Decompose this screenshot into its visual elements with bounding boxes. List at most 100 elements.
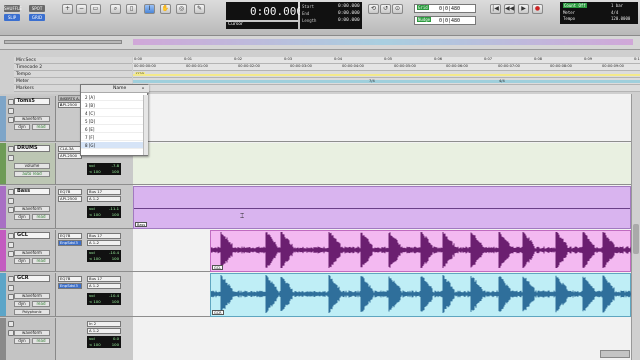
meter-ruler[interactable]: 7/4 4/4 [133, 78, 640, 85]
dyn-button[interactable]: dyn [14, 258, 30, 264]
end-value[interactable]: 0:00.000 [338, 11, 360, 16]
solo-icon[interactable] [8, 146, 14, 152]
polyphonic-label[interactable]: Polyphonic [14, 309, 50, 315]
grid-mode-button[interactable]: GRID [29, 14, 45, 21]
rewind-icon[interactable]: ◀◀ [504, 4, 515, 14]
meter-mark[interactable]: 4/4 [499, 79, 505, 83]
dyn-button[interactable]: dyn [14, 214, 30, 220]
group-list-item[interactable]: 5 [D] [81, 118, 143, 125]
return-to-zero-icon[interactable]: |◀ [490, 4, 501, 14]
zoom-out-icon[interactable]: − [76, 4, 87, 14]
track-name[interactable]: GCR [14, 275, 50, 282]
slip-mode-button[interactable]: SLIP [4, 14, 20, 21]
output-selector[interactable]: A 1-2 [87, 196, 121, 202]
nudge-value-box[interactable]: Nudge 0|0|480 [414, 16, 476, 25]
group-list-item[interactable]: 8 [G] [81, 142, 143, 149]
volume-pan-display[interactable]: vol -10.4 < 100 100 [87, 250, 121, 262]
zoom-in-icon[interactable]: + [62, 4, 73, 14]
groups-scrollbar[interactable] [143, 95, 148, 155]
track-view-selector[interactable]: waveform [14, 330, 50, 336]
track-lane[interactable]: GCR [133, 273, 632, 317]
record-icon[interactable]: ● [532, 4, 543, 14]
groups-list-menu-icon[interactable]: ⚬ [141, 86, 145, 92]
start-value[interactable]: 0:00.000 [338, 4, 360, 9]
group-list-item[interactable]: 2 [A] [81, 94, 143, 101]
vertical-scrollbar[interactable] [631, 94, 640, 360]
meter-mark[interactable]: 7/4 [369, 79, 375, 83]
zoomer-tool-icon[interactable]: ⌕ [110, 4, 121, 14]
track-lane[interactable] [133, 143, 631, 184]
track-name[interactable]: Bass [14, 188, 50, 195]
solo-icon[interactable] [8, 99, 14, 105]
track-lane[interactable] [133, 96, 631, 141]
bass-clip[interactable]: Bass [133, 186, 631, 229]
output-selector[interactable]: Bus 17 [87, 189, 121, 195]
main-counter-display[interactable]: 0:00.000 [226, 2, 303, 20]
mute-icon[interactable] [8, 155, 14, 161]
automation-mode[interactable]: auto read [14, 171, 50, 177]
track-name[interactable]: GCL [14, 232, 50, 239]
trim-tool-icon[interactable]: ▯ [126, 4, 137, 14]
shuffle-mode-button[interactable]: SHUFFLE [4, 5, 22, 12]
punch-icon[interactable]: ⟲ [368, 4, 379, 14]
track-view-selector[interactable]: waveform [14, 206, 50, 212]
input-selector[interactable]: In 2 [87, 321, 121, 327]
tempo-ruler[interactable]: J120 [133, 71, 640, 78]
track-name[interactable]: DRUMS [14, 145, 50, 152]
gcl-clip[interactable]: GCL [210, 230, 632, 272]
grid-value-box[interactable]: Grid 0|0|480 [414, 4, 476, 13]
insert-slot[interactable]: EQ7B [58, 276, 82, 282]
dyn-button[interactable]: dyn [14, 124, 30, 130]
zoom-controls[interactable] [600, 350, 630, 358]
insert-slot[interactable]: CLA-3A [58, 146, 82, 152]
output-selector[interactable]: Bus 17 [87, 276, 121, 282]
output-selector[interactable]: A 1-2 [87, 283, 121, 289]
solo-icon[interactable] [8, 276, 14, 282]
track-view-selector[interactable]: waveform [14, 293, 50, 299]
insert-slot[interactable]: API-2500 [58, 196, 82, 202]
gcr-clip[interactable]: GCR [210, 273, 632, 317]
scrub-tool-icon[interactable]: ◎ [176, 4, 187, 14]
automation-mode[interactable]: read [32, 338, 50, 344]
track-name[interactable]: Toms5 [14, 98, 50, 105]
pencil-tool-icon[interactable]: ✎ [194, 4, 205, 14]
output-selector[interactable]: A 1-2 [87, 328, 121, 334]
output-selector[interactable]: A 1-2 [87, 240, 121, 246]
spot-mode-button[interactable]: SPOT [29, 5, 45, 12]
track-view-selector[interactable]: waveform [14, 250, 50, 256]
universe-view[interactable] [133, 39, 633, 45]
group-list-item[interactable]: 4 [C] [81, 110, 143, 117]
selector-tool-icon[interactable]: I [144, 4, 155, 14]
scroll-thumb[interactable] [633, 224, 639, 254]
group-list-item[interactable]: 3 [B] [81, 102, 143, 109]
link-icon[interactable]: ⊙ [392, 4, 403, 14]
automation-mode[interactable]: read [32, 301, 50, 307]
zoom-preset-icon[interactable]: ▭ [90, 4, 101, 14]
record-arm-icon[interactable] [8, 198, 14, 204]
track-lane[interactable] [133, 318, 631, 360]
track-lane[interactable]: Bass [133, 186, 631, 229]
record-arm-icon[interactable] [8, 242, 14, 248]
play-icon[interactable]: ▶ [518, 4, 529, 14]
meter-value[interactable]: 4/4 [611, 10, 618, 15]
group-list-item[interactable]: 7 [F] [81, 134, 143, 141]
track-view-selector[interactable]: waveform [14, 116, 50, 122]
dyn-button[interactable]: dyn [14, 301, 30, 307]
track-lane[interactable]: GCL [133, 230, 632, 272]
markers-ruler[interactable] [133, 85, 640, 92]
loop-icon[interactable]: ↺ [380, 4, 391, 14]
record-arm-icon[interactable] [8, 108, 14, 114]
track-view-selector[interactable]: volume [14, 163, 50, 169]
solo-icon[interactable] [8, 233, 14, 239]
tempo-value[interactable]: 120.0000 [611, 16, 630, 21]
automation-mode[interactable]: read [32, 214, 50, 220]
group-list-item[interactable]: 6 [E] [81, 126, 143, 133]
volume-pan-display[interactable]: vol -10.4 < 100 100 [87, 293, 121, 305]
session-overview-strip[interactable] [0, 36, 640, 50]
insert-slot[interactable]: EQ7B [58, 189, 82, 195]
volume-pan-display[interactable]: vol -11.1 < 100 100 [87, 206, 121, 218]
volume-pan-display[interactable]: vol -7.8 < 100 100 [87, 163, 121, 175]
automation-mode[interactable]: read [32, 124, 50, 130]
insert-slot[interactable]: EnpSdvl3 [58, 240, 82, 246]
dyn-button[interactable]: dyn [14, 338, 30, 344]
